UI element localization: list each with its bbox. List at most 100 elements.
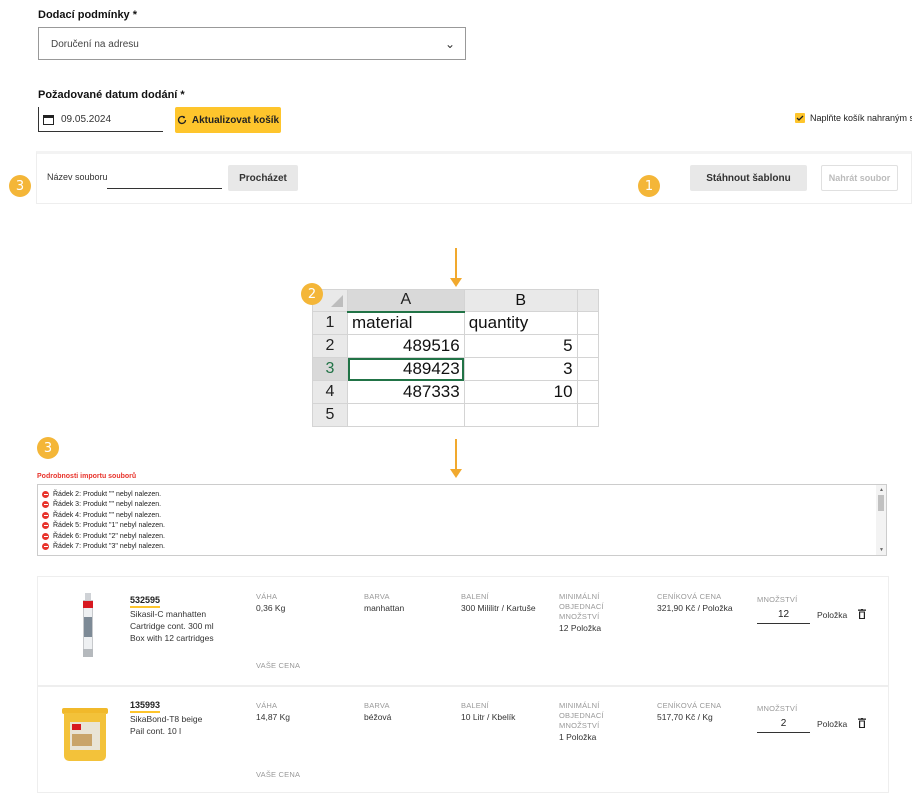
step-badge-3: 3 bbox=[37, 437, 59, 459]
update-cart-label: Aktualizovat košík bbox=[191, 114, 280, 126]
weight-col: VÁHA 14,87 Kg bbox=[256, 701, 290, 723]
packaging-value: 10 Litr / Kbelík bbox=[461, 712, 516, 722]
log-entry: Řádek 3: Produkt "" nebyl nalezen. bbox=[42, 500, 872, 511]
sheet-col-header: B bbox=[463, 289, 578, 312]
log-text: Řádek 3: Produkt "" nebyl nalezen. bbox=[53, 501, 162, 509]
arrow-line bbox=[455, 248, 457, 278]
step-badge-1: 1 bbox=[638, 175, 660, 197]
log-text: Řádek 7: Produkt "3" nebyl nalezen. bbox=[53, 543, 165, 551]
upload-file-button[interactable]: Nahrát soubor bbox=[821, 165, 898, 191]
sheet-cell bbox=[463, 403, 578, 427]
sheet-cell bbox=[576, 380, 599, 404]
sheet-cell: 3 bbox=[463, 357, 578, 381]
packaging-value: 300 Mililitr / Kartuše bbox=[461, 603, 536, 613]
color-col: BARVA manhattan bbox=[364, 592, 404, 614]
sheet-col-header: A bbox=[347, 289, 465, 313]
your-price-label: VAŠE CENA bbox=[256, 661, 301, 670]
browse-button[interactable]: Procházet bbox=[228, 165, 298, 191]
color-col: BARVA béžová bbox=[364, 701, 391, 723]
weight-value: 0,36 Kg bbox=[256, 603, 286, 613]
sheet-row-header: 1 bbox=[312, 311, 348, 335]
packaging-col: BALENÍ 10 Litr / Kbelík bbox=[461, 701, 515, 723]
chevron-down-icon: ⌄ bbox=[444, 37, 455, 51]
step-badge-3: 3 bbox=[9, 175, 31, 197]
quantity-input[interactable]: 2 bbox=[757, 716, 810, 733]
min-order-label: MINIMÁLNÍ OBJEDNACÍ MNOŽSTVÍ bbox=[559, 701, 604, 730]
log-entry: Řádek 5: Produkt "1" nebyl nalezen. bbox=[42, 521, 872, 532]
spreadsheet-image: A B 1 material quantity 2 489516 5 3 489… bbox=[312, 289, 599, 439]
sheet-cell: quantity bbox=[463, 311, 578, 335]
error-icon bbox=[42, 532, 49, 540]
file-name-label: Název souboru bbox=[47, 172, 108, 182]
date-input[interactable]: 09.05.2024 bbox=[38, 107, 163, 132]
sheet-col-header bbox=[576, 289, 599, 312]
list-price-col: CENÍKOVÁ CENA 321,90 Kč / Položka bbox=[657, 592, 733, 614]
sheet-cell: material bbox=[347, 311, 465, 335]
color-value: béžová bbox=[364, 712, 392, 722]
calendar-icon bbox=[43, 115, 54, 125]
sheet-cell bbox=[576, 357, 599, 381]
product-card: 135993 SikaBond-T8 beige Pail cont. 10 l… bbox=[37, 686, 889, 793]
refresh-icon bbox=[177, 115, 187, 125]
scroll-up-icon[interactable]: ▲ bbox=[879, 487, 884, 493]
arrow-down-icon bbox=[450, 469, 462, 478]
weight-label: VÁHA bbox=[256, 701, 278, 710]
list-price-value: 321,90 Kč / Položka bbox=[657, 603, 733, 613]
product-id-link[interactable]: 135993 bbox=[130, 700, 161, 713]
scroll-down-icon[interactable]: ▼ bbox=[879, 547, 884, 553]
list-price-label: CENÍKOVÁ CENA bbox=[657, 701, 722, 710]
log-text: Řádek 5: Produkt "1" nebyl nalezen. bbox=[53, 522, 165, 530]
arrow-down-icon bbox=[450, 278, 462, 287]
import-details-title: Podrobnosti importu souborů bbox=[37, 473, 137, 480]
error-icon bbox=[42, 490, 49, 498]
min-order-col: MINIMÁLNÍ OBJEDNACÍ MNOŽSTVÍ 12 Položka bbox=[559, 592, 639, 634]
log-entry: Řádek 2: Produkt "" nebyl nalezen. bbox=[42, 489, 872, 500]
fill-cart-label: Naplňte košík nahraným souborem bbox=[810, 113, 912, 123]
product-id-link[interactable]: 532595 bbox=[130, 595, 161, 608]
quantity-label: MNOŽSTVÍ bbox=[757, 704, 798, 713]
sheet-cell bbox=[576, 311, 599, 335]
error-icon bbox=[42, 522, 49, 530]
product-desc-line: Box with 12 cartridges bbox=[130, 633, 214, 643]
weight-col: VÁHA 0,36 Kg bbox=[256, 592, 285, 614]
delivery-select[interactable]: Doručení na adresu ⌄ bbox=[38, 27, 466, 60]
log-entry: Řádek 4: Produkt "" nebyl nalezen. bbox=[42, 510, 872, 521]
date-label: Požadované datum dodání * bbox=[38, 89, 185, 101]
product-desc-line: Pail cont. 10 l bbox=[130, 726, 182, 736]
error-icon bbox=[42, 543, 49, 551]
log-text: Řádek 4: Produkt "" nebyl nalezen. bbox=[53, 511, 162, 519]
import-log[interactable]: Řádek 2: Produkt "" nebyl nalezen. Řádek… bbox=[37, 484, 887, 556]
log-entry: Řádek 6: Produkt "2" nebyl nalezen. bbox=[42, 531, 872, 542]
sheet-cell-selected: 489423 bbox=[347, 357, 465, 381]
trash-icon[interactable] bbox=[858, 718, 866, 728]
quantity-input[interactable]: 12 bbox=[757, 607, 810, 624]
error-icon bbox=[42, 501, 49, 509]
list-price-label: CENÍKOVÁ CENA bbox=[657, 592, 722, 601]
color-label: BARVA bbox=[364, 701, 390, 710]
delivery-label: Dodací podmínky * bbox=[38, 9, 138, 21]
file-name-input[interactable] bbox=[107, 166, 222, 189]
scrollbar[interactable]: ▲ ▼ bbox=[876, 485, 886, 555]
product-card: 532595 Sikasil-C manhatten Cartridge con… bbox=[37, 576, 889, 686]
log-text: Řádek 2: Produkt "" nebyl nalezen. bbox=[53, 490, 162, 498]
scrollbar-thumb[interactable] bbox=[878, 495, 884, 511]
sheet-row-header: 4 bbox=[312, 380, 348, 404]
min-order-value: 12 Položka bbox=[559, 623, 602, 633]
delivery-select-value: Doručení na adresu bbox=[51, 39, 139, 50]
sheet-cell: 10 bbox=[463, 380, 578, 404]
list-price-col: CENÍKOVÁ CENA 517,70 Kč / Kg bbox=[657, 701, 721, 723]
packaging-label: BALENÍ bbox=[461, 592, 489, 601]
trash-icon[interactable] bbox=[858, 609, 866, 619]
arrow-line bbox=[455, 439, 457, 469]
sheet-row-header: 3 bbox=[312, 357, 348, 381]
sheet-row-header: 5 bbox=[312, 403, 348, 427]
update-cart-button[interactable]: Aktualizovat košík bbox=[175, 107, 281, 133]
error-icon bbox=[42, 511, 49, 519]
download-template-button[interactable]: Stáhnout šablonu bbox=[690, 165, 807, 191]
checkbox-icon[interactable] bbox=[795, 113, 805, 123]
sheet-cell bbox=[576, 334, 599, 358]
sheet-row-header: 2 bbox=[312, 334, 348, 358]
packaging-label: BALENÍ bbox=[461, 701, 489, 710]
quantity-unit: Položka bbox=[817, 719, 848, 729]
sheet-cell bbox=[347, 403, 465, 427]
